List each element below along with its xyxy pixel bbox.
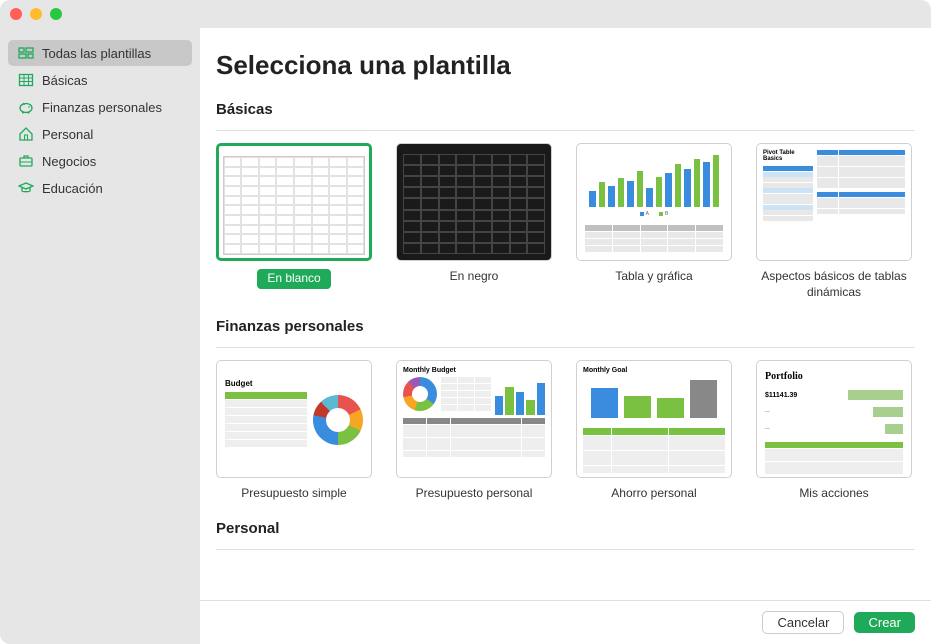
template-label: Mis acciones bbox=[799, 486, 868, 502]
thumbnail-simple-budget: Budget bbox=[216, 360, 372, 478]
template-label: Aspectos básicos de tablas dinámicas bbox=[756, 269, 912, 300]
template-my-stocks[interactable]: Portfolio $11141.39 — — Mis acciones bbox=[756, 360, 912, 502]
thumbnail-stocks: Portfolio $11141.39 — — bbox=[756, 360, 912, 478]
section-title-basics: Básicas bbox=[216, 101, 915, 118]
template-label: Presupuesto personal bbox=[416, 486, 533, 502]
main-content: Selecciona una plantilla Básicas En blan… bbox=[200, 28, 931, 644]
thumbnail-blank bbox=[216, 143, 372, 261]
graduation-icon bbox=[18, 180, 34, 196]
template-black[interactable]: En negro bbox=[396, 143, 552, 300]
sidebar-item-education[interactable]: Educación bbox=[8, 175, 192, 201]
divider bbox=[216, 347, 915, 348]
template-table-chart[interactable]: AB Tabla y gráfica bbox=[576, 143, 732, 300]
divider bbox=[216, 549, 915, 550]
sidebar-item-basics[interactable]: Básicas bbox=[8, 67, 192, 93]
template-label: Ahorro personal bbox=[611, 486, 696, 502]
briefcase-icon bbox=[18, 153, 34, 169]
section-title-personal-finance: Finanzas personales bbox=[216, 318, 915, 335]
template-pivot-basics[interactable]: Pivot Table Basics Aspectos básicos de t… bbox=[756, 143, 912, 300]
template-label: Tabla y gráfica bbox=[615, 269, 692, 285]
sidebar-item-label: Personal bbox=[42, 127, 93, 142]
thumbnail-personal-savings: Monthly Goal bbox=[576, 360, 732, 478]
template-label: En negro bbox=[450, 269, 499, 285]
template-label: En blanco bbox=[257, 269, 330, 289]
sidebar-item-label: Educación bbox=[42, 181, 103, 196]
page-title: Selecciona una plantilla bbox=[216, 50, 915, 81]
close-window-button[interactable] bbox=[10, 8, 22, 20]
sidebar: Todas las plantillas Básicas Finanzas pe… bbox=[0, 28, 200, 644]
body-area: Todas las plantillas Básicas Finanzas pe… bbox=[0, 28, 931, 644]
template-personal-savings[interactable]: Monthly Goal Ahorro personal bbox=[576, 360, 732, 502]
cancel-button[interactable]: Cancelar bbox=[762, 611, 844, 634]
sidebar-item-personal[interactable]: Personal bbox=[8, 121, 192, 147]
thumbnail-pivot: Pivot Table Basics bbox=[756, 143, 912, 261]
template-row-basics: En blanco En negro bbox=[216, 143, 915, 300]
template-simple-budget[interactable]: Budget Presupuesto simple bbox=[216, 360, 372, 502]
template-blank[interactable]: En blanco bbox=[216, 143, 372, 300]
sidebar-item-label: Todas las plantillas bbox=[42, 46, 151, 61]
template-row-finance: Budget Presupuesto simple Monthly Budget bbox=[216, 360, 915, 502]
piggybank-icon bbox=[18, 99, 34, 115]
footer: Cancelar Crear bbox=[200, 600, 931, 644]
sidebar-item-label: Finanzas personales bbox=[42, 100, 162, 115]
thumbnail-black bbox=[396, 143, 552, 261]
divider bbox=[216, 130, 915, 131]
sidebar-item-all-templates[interactable]: Todas las plantillas bbox=[8, 40, 192, 66]
section-title-personal: Personal bbox=[216, 520, 915, 537]
minimize-window-button[interactable] bbox=[30, 8, 42, 20]
titlebar bbox=[0, 0, 931, 28]
house-icon bbox=[18, 126, 34, 142]
grid-icon bbox=[18, 45, 34, 61]
sidebar-item-label: Negocios bbox=[42, 154, 96, 169]
sidebar-item-personal-finance[interactable]: Finanzas personales bbox=[8, 94, 192, 120]
template-personal-budget[interactable]: Monthly Budget Presupuesto personal bbox=[396, 360, 552, 502]
create-button[interactable]: Crear bbox=[854, 612, 915, 633]
spreadsheet-icon bbox=[18, 72, 34, 88]
sidebar-item-business[interactable]: Negocios bbox=[8, 148, 192, 174]
thumbnail-table-chart: AB bbox=[576, 143, 732, 261]
thumbnail-personal-budget: Monthly Budget bbox=[396, 360, 552, 478]
sidebar-item-label: Básicas bbox=[42, 73, 88, 88]
maximize-window-button[interactable] bbox=[50, 8, 62, 20]
template-label: Presupuesto simple bbox=[241, 486, 346, 502]
template-chooser-window: Todas las plantillas Básicas Finanzas pe… bbox=[0, 0, 931, 644]
